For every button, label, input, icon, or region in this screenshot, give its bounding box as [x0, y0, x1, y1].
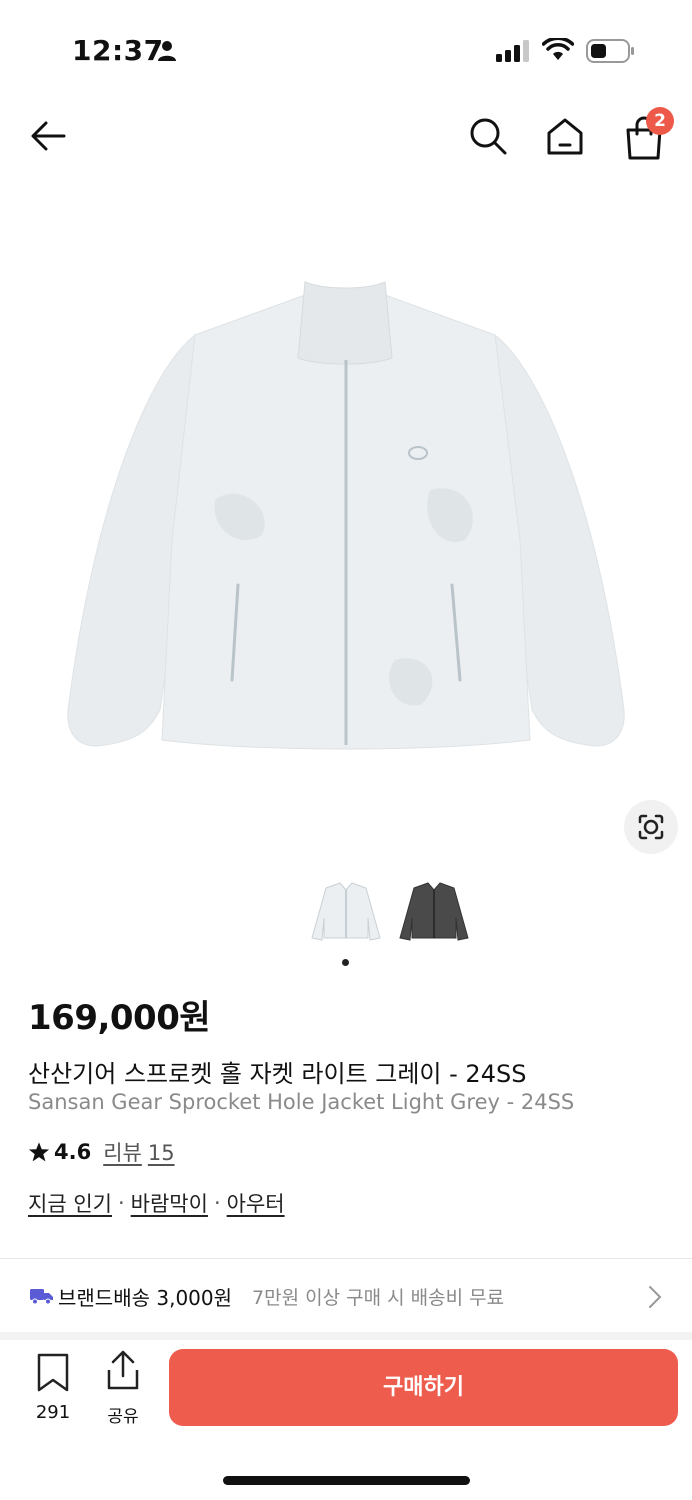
home-icon	[547, 118, 583, 155]
cart-count-badge: 2	[646, 107, 674, 135]
bookmark-button[interactable]: 291	[28, 1352, 78, 1428]
camera-scan-icon	[638, 814, 664, 840]
tag-separator: ·	[117, 1191, 125, 1215]
product-title-korean: 산산기어 스프로켓 홀 자켓 라이트 그레이 - 24SS	[28, 1060, 527, 1088]
wifi-icon	[541, 36, 575, 66]
back-arrow-icon	[31, 121, 66, 151]
tag-separator: ·	[213, 1191, 221, 1215]
person-icon	[157, 40, 177, 66]
share-button[interactable]: 공유	[98, 1350, 148, 1427]
bookmark-count: 291	[35, 1402, 71, 1423]
shipping-label: 브랜드배송 3,000원	[58, 1282, 232, 1311]
image-pager-dot	[342, 959, 349, 966]
battery-icon	[586, 38, 636, 68]
review-link[interactable]: 리뷰 15	[103, 1137, 174, 1167]
shipping-fee: 3,000원	[156, 1286, 233, 1310]
free-shipping-note: 7만원 이상 구매 시 배송비 무료	[252, 1287, 505, 1309]
tag-popular-now[interactable]: 지금 인기	[28, 1188, 112, 1218]
thumbnail-light-grey[interactable]	[308, 878, 384, 948]
shipping-info-row[interactable]: 브랜드배송 3,000원 7만원 이상 구매 시 배송비 무료	[0, 1259, 692, 1331]
share-label: 공유	[107, 1407, 139, 1427]
tag-windbreaker[interactable]: 바람막이	[131, 1188, 208, 1218]
divider	[0, 1332, 692, 1340]
product-image[interactable]	[0, 240, 692, 780]
shipping-type: 브랜드배송	[58, 1286, 150, 1310]
star-icon	[28, 1142, 50, 1162]
search-icon	[470, 118, 507, 155]
product-price: 169,000원	[28, 998, 211, 1038]
tag-outerwear[interactable]: 아우터	[227, 1188, 285, 1218]
back-button[interactable]	[26, 114, 70, 158]
status-bar: 12:37	[0, 0, 692, 100]
rating-row: 4.6 리뷰 15	[28, 1137, 175, 1167]
signal-icon	[496, 40, 530, 66]
bookmark-icon	[37, 1353, 69, 1392]
thumbnail-dark-grey[interactable]	[396, 878, 472, 948]
review-count: 15	[147, 1141, 175, 1165]
search-button[interactable]	[466, 114, 510, 158]
review-label: 리뷰	[103, 1141, 142, 1165]
product-title-english: Sansan Gear Sprocket Hole Jacket Light G…	[28, 1090, 575, 1114]
category-tags: 지금 인기 · 바람막이 · 아우터	[28, 1188, 285, 1218]
chevron-right-icon	[649, 1286, 662, 1308]
nav-bar	[0, 100, 692, 170]
home-button[interactable]	[543, 114, 587, 158]
bottom-action-bar: 291 공유 구매하기	[0, 1340, 692, 1500]
visual-search-button[interactable]	[624, 800, 678, 854]
home-indicator	[223, 1476, 470, 1485]
truck-icon	[30, 1289, 53, 1305]
buy-button[interactable]: 구매하기	[169, 1349, 678, 1426]
status-time: 12:37	[72, 34, 164, 67]
share-icon	[107, 1350, 139, 1390]
rating-value: 4.6	[54, 1140, 92, 1164]
